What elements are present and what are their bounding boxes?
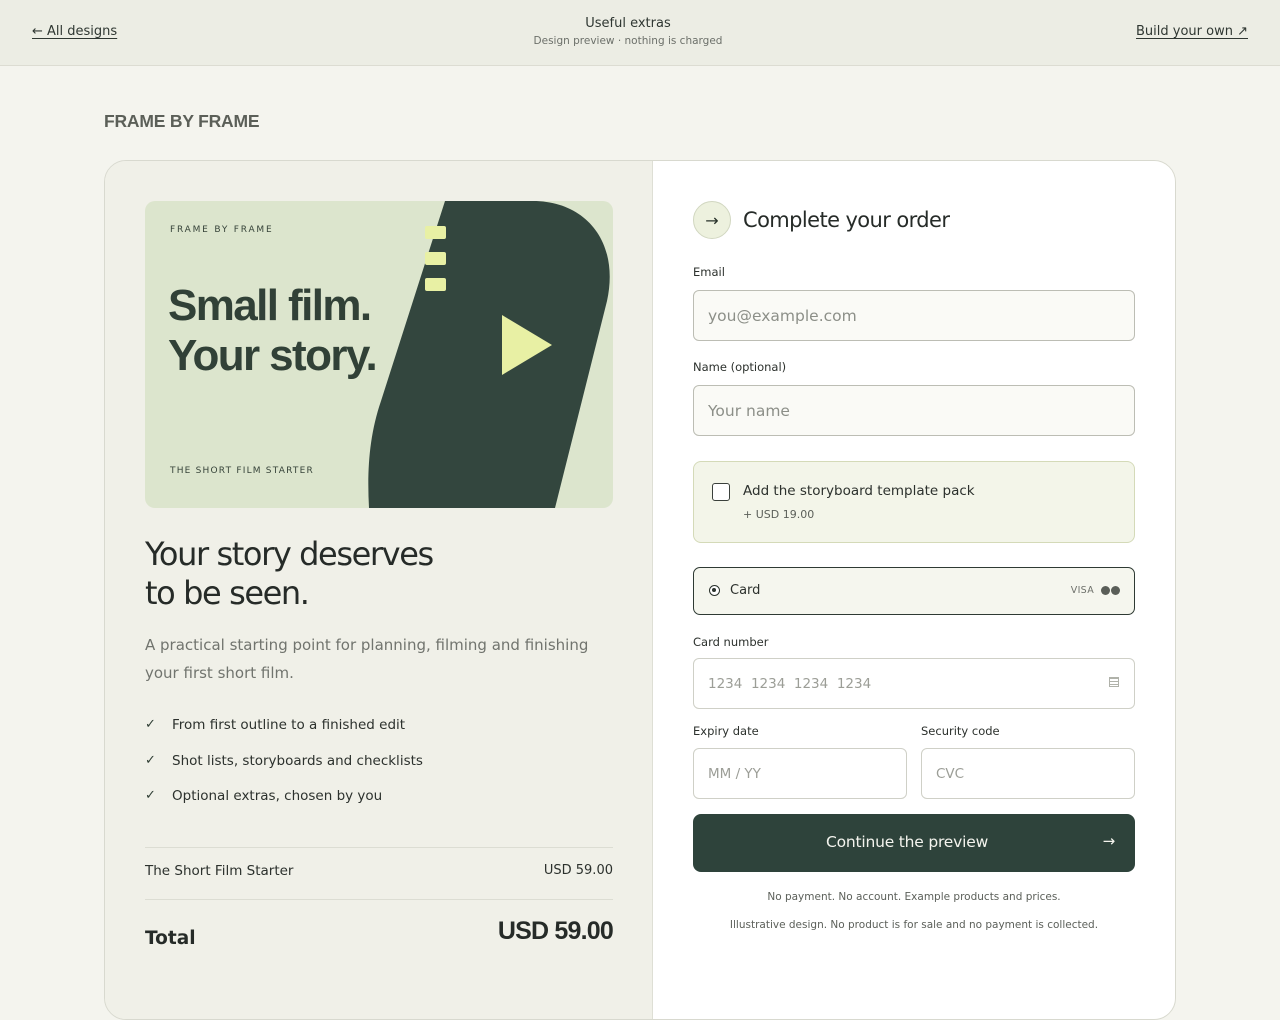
arrow-right-icon: → xyxy=(693,201,731,239)
build-your-own-link[interactable]: Build your own ↗ xyxy=(1136,24,1248,39)
payment-radio[interactable] xyxy=(709,585,720,596)
email-field[interactable] xyxy=(693,290,1135,341)
payment-method-label: Card xyxy=(730,583,761,598)
card-icon xyxy=(1109,677,1119,687)
divider xyxy=(145,847,613,848)
addon-title: Add the storyboard template pack xyxy=(743,483,975,499)
card-brand-icon xyxy=(1101,586,1120,595)
feature-list: ✓ From first outline to a finished edit ✓… xyxy=(145,717,423,824)
visa-logo: VISA xyxy=(1070,585,1094,596)
check-icon: ✓ xyxy=(145,752,156,768)
check-icon: ✓ xyxy=(145,717,156,732)
brand-name: FRAME BY FRAME xyxy=(104,111,260,131)
payment-method-card[interactable]: Card VISA xyxy=(693,567,1135,615)
hero-headline: Small film. Your story. xyxy=(168,281,378,381)
addon-price: + USD 19.00 xyxy=(743,508,815,521)
form-header: → Complete your order xyxy=(693,201,950,239)
feature-item: ✓ Optional extras, chosen by you xyxy=(145,788,423,824)
product-panel: FRAME BY FRAME Small film. Your story. T… xyxy=(105,161,653,1019)
expiry-label: Expiry date xyxy=(693,724,759,738)
product-headline-line: to be seen. xyxy=(145,574,310,612)
total-value: USD 59.00 xyxy=(497,917,614,945)
continue-preview-button[interactable]: Continue the preview → xyxy=(693,814,1135,872)
all-designs-link[interactable]: ← All designs xyxy=(32,24,117,39)
product-headline: Your story deserves to be seen. xyxy=(145,535,434,613)
card-number-field[interactable] xyxy=(693,658,1135,709)
divider xyxy=(145,899,613,900)
hero-headline-line: Small film. xyxy=(168,281,372,330)
check-icon: ✓ xyxy=(145,788,156,803)
hero-footer: THE SHORT FILM STARTER xyxy=(170,466,314,476)
name-field[interactable] xyxy=(693,385,1135,436)
email-label: Email xyxy=(693,265,725,279)
continue-button-label: Continue the preview xyxy=(825,833,989,851)
feature-item: ✓ Shot lists, storyboards and checklists xyxy=(145,753,423,789)
name-label: Name (optional) xyxy=(693,360,787,374)
line-item-price: USD 59.00 xyxy=(543,863,613,878)
top-bar-center: Useful extras Design preview · nothing i… xyxy=(440,16,816,47)
film-perforation xyxy=(425,278,446,291)
addon-checkbox[interactable] xyxy=(712,483,730,501)
order-line-item: The Short Film Starter USD 59.00 xyxy=(145,863,613,879)
film-perforation xyxy=(425,252,446,265)
storyboard-addon-option[interactable]: Add the storyboard template pack + USD 1… xyxy=(693,461,1135,543)
top-bar-subtitle: Design preview · nothing is charged xyxy=(533,35,723,47)
top-bar: ← All designs Useful extras Design previ… xyxy=(0,0,1280,66)
checkout-card: FRAME BY FRAME Small film. Your story. T… xyxy=(104,160,1176,1020)
hero-kicker: FRAME BY FRAME xyxy=(170,225,274,235)
cvc-field[interactable] xyxy=(921,748,1135,799)
line-item-name: The Short Film Starter xyxy=(145,863,294,879)
cvc-label: Security code xyxy=(921,724,1000,738)
feature-text: Optional extras, chosen by you xyxy=(172,788,383,804)
disclaimer-note: Illustrative design. No product is for s… xyxy=(729,919,1099,931)
feature-text: Shot lists, storyboards and checklists xyxy=(172,752,423,769)
expiry-field[interactable] xyxy=(693,748,907,799)
feature-text: From first outline to a finished edit xyxy=(172,717,406,733)
film-perforation xyxy=(425,226,446,239)
top-bar-title: Useful extras xyxy=(585,16,671,31)
total-label: Total xyxy=(145,928,196,949)
order-form-panel: → Complete your order Email Name (option… xyxy=(653,161,1175,1019)
hero-headline-line: Your story. xyxy=(168,331,378,380)
arrow-right-icon: → xyxy=(1102,832,1116,850)
feature-item: ✓ From first outline to a finished edit xyxy=(145,717,423,753)
product-description: A practical starting point for planning,… xyxy=(145,636,589,682)
card-number-label: Card number xyxy=(693,635,769,649)
form-title: Complete your order xyxy=(743,208,950,232)
payment-note: No payment. No account. Example products… xyxy=(767,891,1061,903)
product-hero-image: FRAME BY FRAME Small film. Your story. T… xyxy=(145,201,613,508)
product-headline-line: Your story deserves xyxy=(145,535,434,573)
